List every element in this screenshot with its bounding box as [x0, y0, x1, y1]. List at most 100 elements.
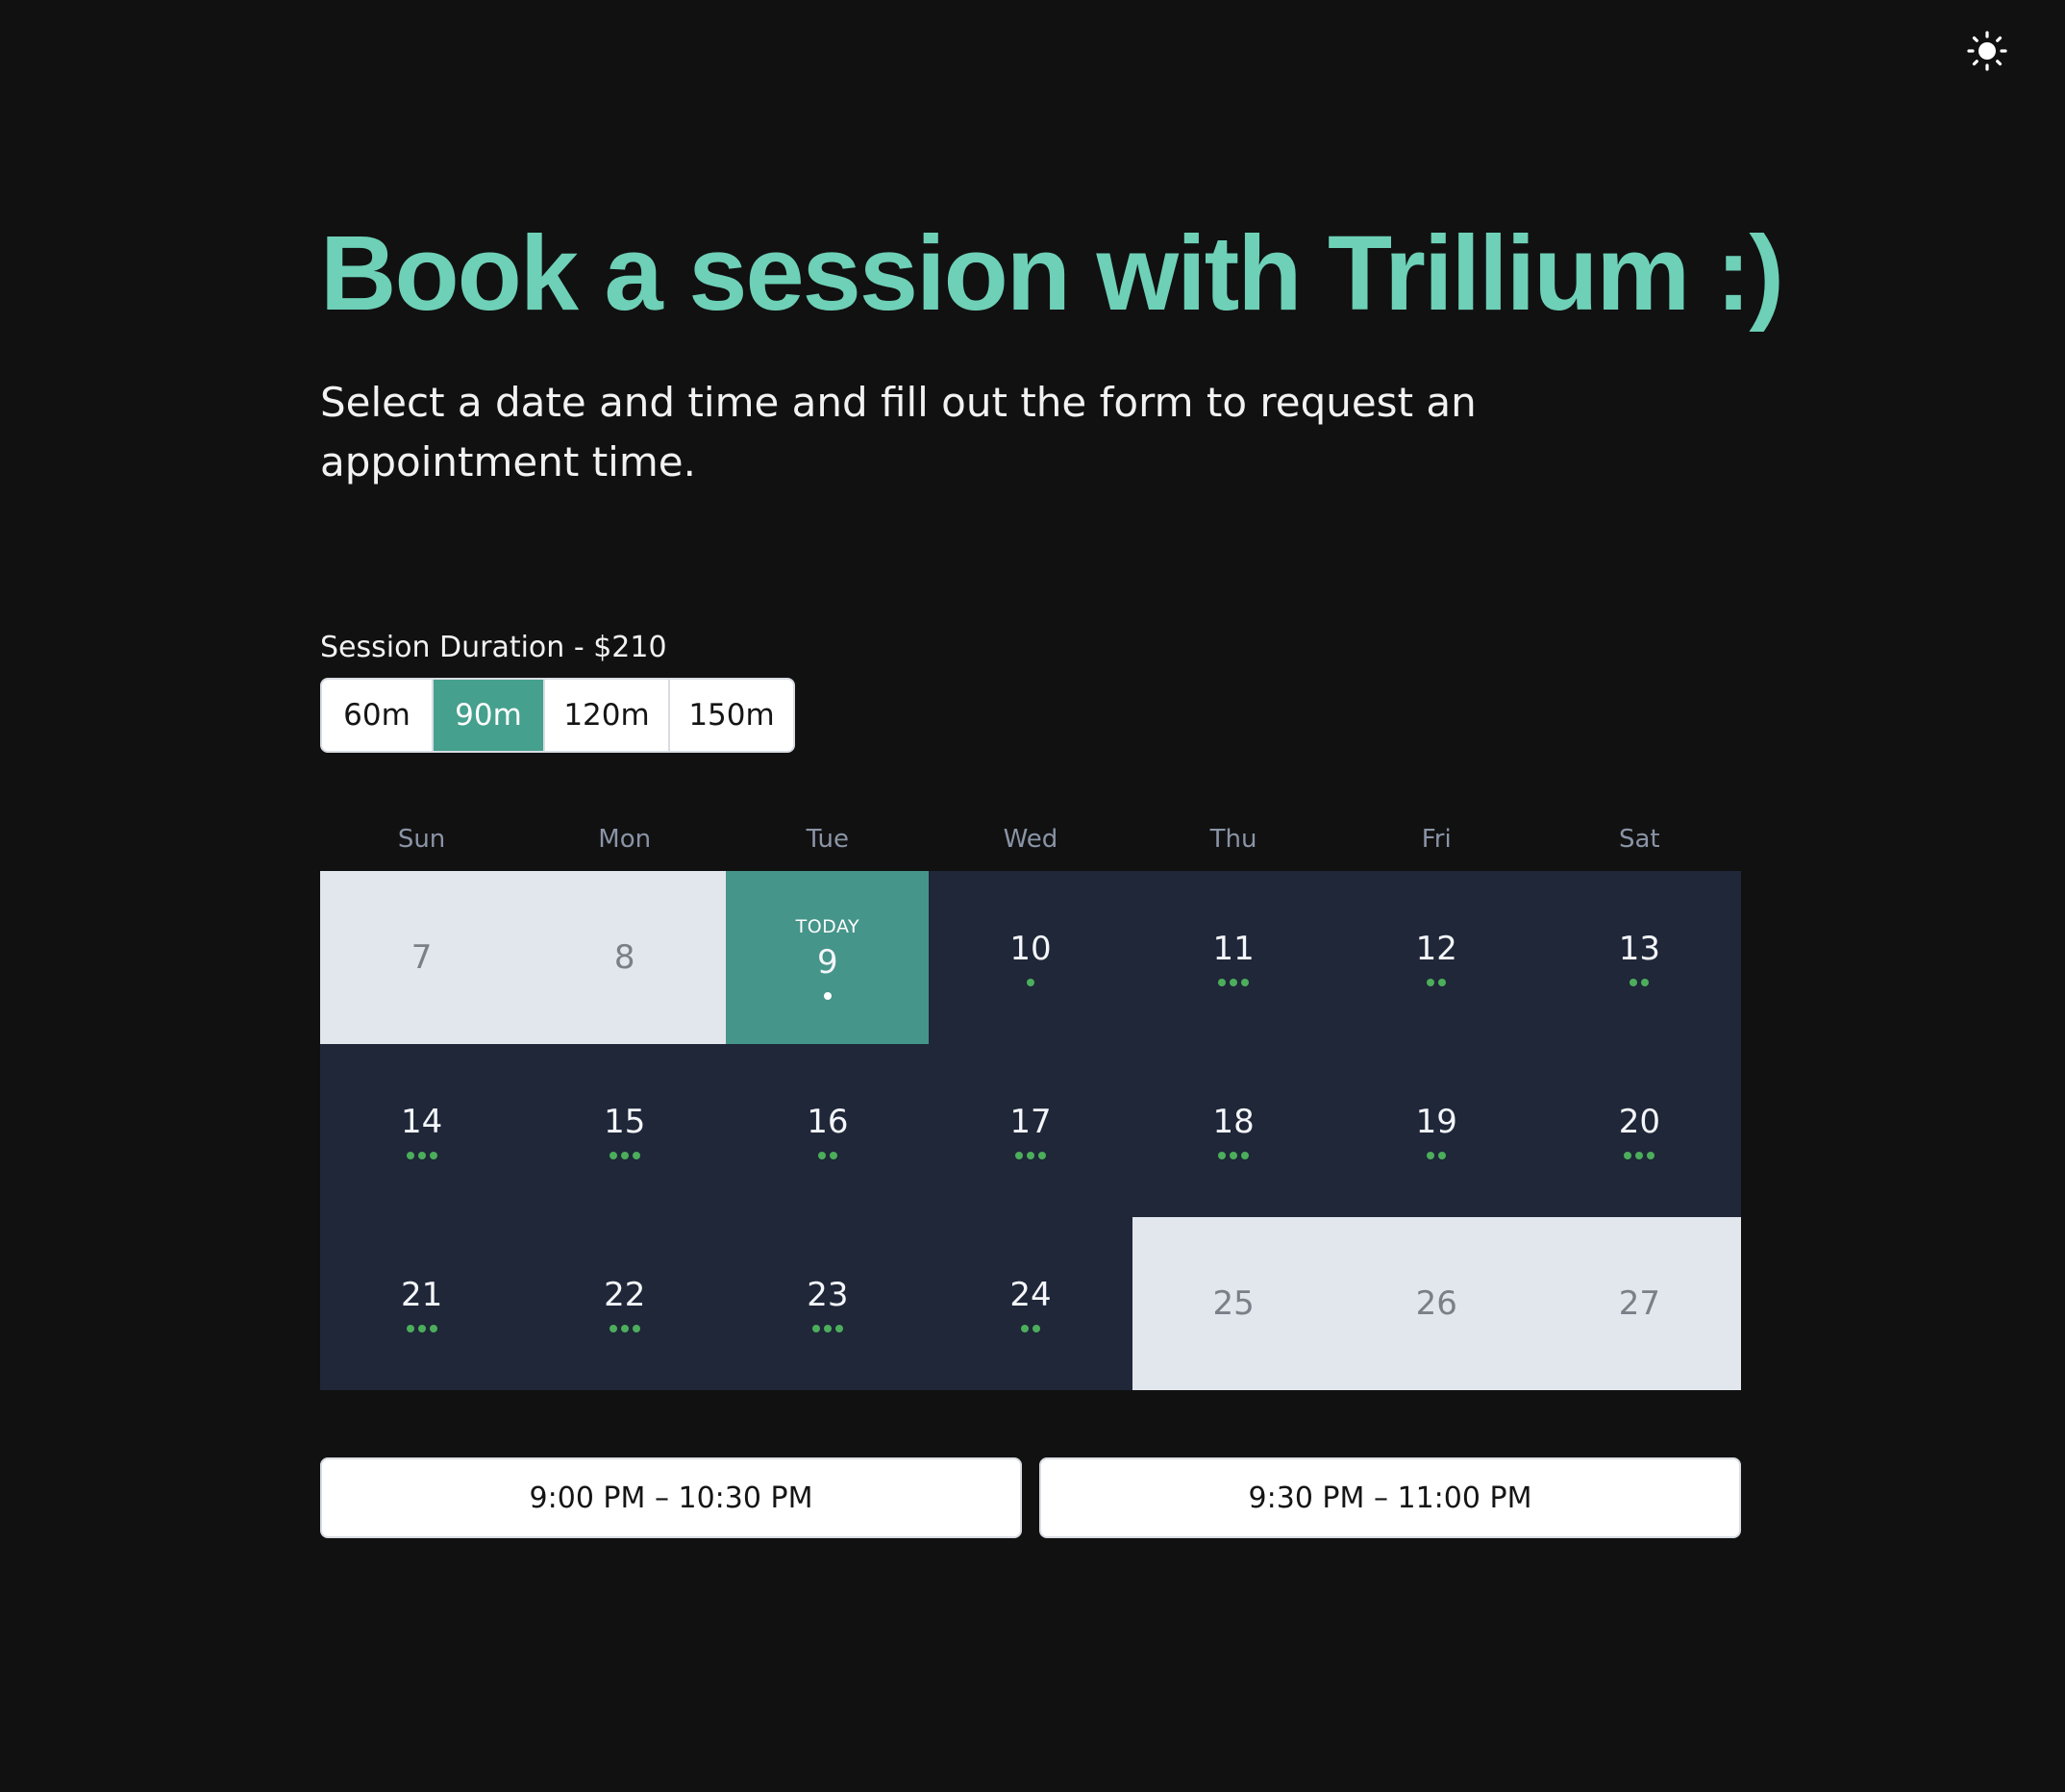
- calendar-day-number: 18: [1212, 1103, 1255, 1141]
- availability-dot: [823, 992, 832, 1000]
- availability-dots: [1427, 979, 1447, 986]
- availability-dots: [811, 1325, 843, 1332]
- weekday-mon: Mon: [598, 825, 652, 854]
- calendar-day-number: 26: [1415, 1284, 1457, 1323]
- availability-dot: [1241, 979, 1250, 986]
- calendar-day[interactable]: 24: [929, 1217, 1132, 1390]
- duration-option-90m[interactable]: 90m: [434, 680, 545, 751]
- calendar-day-number: 19: [1415, 1103, 1457, 1141]
- availability-dot: [1020, 1325, 1029, 1332]
- calendar-day-number: 21: [400, 1276, 443, 1314]
- page-subtitle: Select a date and time and fill out the …: [320, 379, 1477, 485]
- availability-dot: [817, 1152, 826, 1159]
- weekday-fri: Fri: [1421, 825, 1452, 854]
- availability-dots: [1026, 979, 1034, 986]
- availability-dots: [1630, 979, 1650, 986]
- calendar-day-number: 16: [807, 1103, 849, 1141]
- calendar-day-number: 24: [1009, 1276, 1052, 1314]
- availability-dot: [632, 1325, 640, 1332]
- calendar-day[interactable]: 21: [320, 1217, 524, 1390]
- calendar-day[interactable]: 16: [726, 1044, 930, 1217]
- calendar-day-number: 12: [1415, 930, 1457, 968]
- calendar-day[interactable]: 23: [726, 1217, 930, 1390]
- weekday-tue: Tue: [806, 825, 850, 854]
- availability-dots: [609, 1325, 640, 1332]
- session-duration-selector: 60m 90m 120m 150m: [320, 678, 795, 753]
- calendar-grid: 7 8 TODAY 9 10 11 12 13 14 15 16 17 18 19 20 21 22 23 24 25…: [320, 871, 1741, 1390]
- availability-dot: [620, 1325, 629, 1332]
- availability-dots: [1218, 979, 1250, 986]
- weekday-thu: Thu: [1209, 825, 1257, 854]
- availability-dots: [817, 1152, 837, 1159]
- calendar-day-number: 7: [411, 938, 433, 977]
- calendar-day-number: 17: [1009, 1103, 1052, 1141]
- calendar-day: 25: [1132, 1217, 1335, 1390]
- availability-dot: [1438, 1152, 1447, 1159]
- calendar-day[interactable]: 17: [929, 1044, 1132, 1217]
- sun-icon: [1967, 31, 2007, 71]
- availability-dot: [1026, 979, 1034, 986]
- availability-dots: [823, 992, 832, 1000]
- availability-dot: [823, 1325, 832, 1332]
- calendar-day[interactable]: 13: [1537, 871, 1741, 1044]
- weekday-sat: Sat: [1618, 825, 1660, 854]
- today-label: TODAY: [795, 916, 860, 937]
- calendar-day-number: 15: [604, 1103, 646, 1141]
- availability-dot: [1427, 979, 1435, 986]
- time-slot-button[interactable]: 9:30 PM – 11:00 PM: [1039, 1457, 1741, 1538]
- availability-dot: [406, 1325, 414, 1332]
- calendar-day[interactable]: 12: [1334, 871, 1538, 1044]
- availability-dot: [1641, 979, 1650, 986]
- availability-dots: [1624, 1152, 1655, 1159]
- calendar-day[interactable]: 18: [1132, 1044, 1335, 1217]
- calendar-day-number: 20: [1618, 1103, 1661, 1141]
- availability-dots: [1020, 1325, 1040, 1332]
- calendar-day[interactable]: 10: [929, 871, 1132, 1044]
- session-duration-label: Session Duration - $210: [320, 631, 667, 664]
- availability-dot: [1647, 1152, 1655, 1159]
- booking-page: Book a session with Trillium :) Select a…: [0, 0, 2065, 1792]
- availability-dot: [1218, 979, 1227, 986]
- calendar-day-number: 11: [1212, 930, 1255, 968]
- calendar-day: 8: [523, 871, 727, 1044]
- availability-dot: [1241, 1152, 1250, 1159]
- calendar-day-number: 27: [1618, 1284, 1661, 1323]
- calendar-day[interactable]: 11: [1132, 871, 1335, 1044]
- availability-dot: [429, 1325, 437, 1332]
- availability-dot: [620, 1152, 629, 1159]
- calendar-weekday-header: Sun Mon Tue Wed Thu Fri Sat: [320, 825, 1741, 854]
- availability-dot: [417, 1152, 426, 1159]
- duration-option-150m[interactable]: 150m: [670, 680, 793, 751]
- duration-option-120m[interactable]: 120m: [545, 680, 670, 751]
- calendar-day-number: 14: [400, 1103, 443, 1141]
- availability-dot: [609, 1152, 617, 1159]
- calendar-day-number: 22: [604, 1276, 646, 1314]
- calendar-day[interactable]: 22: [523, 1217, 727, 1390]
- calendar-day[interactable]: 19: [1334, 1044, 1538, 1217]
- availability-dot: [1026, 1152, 1034, 1159]
- availability-dot: [406, 1152, 414, 1159]
- calendar-day[interactable]: 15: [523, 1044, 727, 1217]
- calendar-day-number: 9: [817, 943, 838, 982]
- theme-toggle-button[interactable]: [1965, 29, 2009, 73]
- calendar-day[interactable]: 14: [320, 1044, 524, 1217]
- availability-dots: [1014, 1152, 1046, 1159]
- availability-dot: [1624, 1152, 1632, 1159]
- calendar-day: 27: [1537, 1217, 1741, 1390]
- weekday-sun: Sun: [397, 825, 446, 854]
- availability-dot: [429, 1152, 437, 1159]
- duration-option-60m[interactable]: 60m: [322, 680, 434, 751]
- availability-dot: [811, 1325, 820, 1332]
- calendar-day[interactable]: 20: [1537, 1044, 1741, 1217]
- availability-dots: [406, 1325, 437, 1332]
- availability-dot: [1230, 1152, 1238, 1159]
- time-slot-button[interactable]: 9:00 PM – 10:30 PM: [320, 1457, 1022, 1538]
- availability-dots: [1218, 1152, 1250, 1159]
- calendar-day-number: 13: [1618, 930, 1661, 968]
- availability-dot: [1230, 979, 1238, 986]
- calendar-day-number: 23: [807, 1276, 849, 1314]
- page-title: Book a session with Trillium :): [320, 214, 1784, 333]
- calendar-day: 7: [320, 871, 524, 1044]
- availability-dot: [834, 1325, 843, 1332]
- calendar-day-today[interactable]: TODAY 9: [726, 871, 930, 1044]
